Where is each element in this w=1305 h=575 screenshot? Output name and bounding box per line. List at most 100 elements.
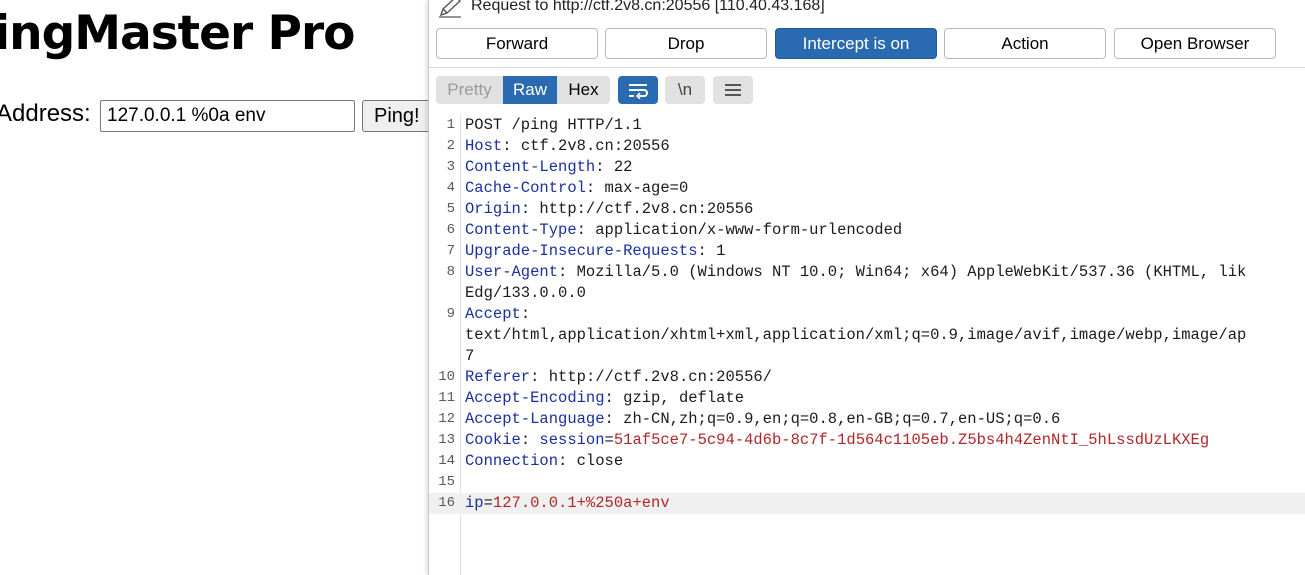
request-line: 13 Cookie: session=51af5ce7-5c94-4d6b-8c7… <box>429 430 1305 451</box>
line-number: 11 <box>438 390 455 406</box>
request-line: 12 Accept-Language: zh-CN,zh;q=0.9,en;q=0… <box>429 409 1305 430</box>
header-value: max-age=0 <box>595 179 689 197</box>
line-content: Connection: close <box>465 451 623 472</box>
line-number: 15 <box>438 474 455 490</box>
header-name: User-Agent <box>465 263 559 281</box>
line-content: Accept: <box>465 304 530 325</box>
forward-button[interactable]: Forward <box>436 28 598 59</box>
header-name: Host <box>465 137 503 155</box>
menu-icon[interactable] <box>713 76 753 104</box>
line-text: 7 <box>465 347 475 365</box>
header-name: Origin <box>465 200 521 218</box>
line-content: Edg/133.0.0.0 <box>465 283 586 304</box>
ping-button[interactable]: Ping! <box>362 100 428 132</box>
request-line: 8 User-Agent: Mozilla/5.0 (Windows NT 10.… <box>429 262 1305 283</box>
header-separator: : <box>585 179 596 197</box>
line-number: 5 <box>446 201 455 217</box>
header-value: ctf.2v8.cn:20556 <box>511 137 670 155</box>
line-content: Upgrade-Insecure-Requests: 1 <box>465 241 725 262</box>
line-number: 9 <box>446 306 455 322</box>
header-value: Mozilla/5.0 (Windows NT 10.0; Win64; x64… <box>567 263 1247 281</box>
hamburger-icon <box>725 84 741 96</box>
drop-button[interactable]: Drop <box>605 28 767 59</box>
line-content: Origin: http://ctf.2v8.cn:20556 <box>465 199 753 220</box>
request-target-title: Request to http://ctf.2v8.cn:20556 [110.… <box>471 0 825 14</box>
request-line: 14 Connection: close <box>429 451 1305 472</box>
view-tab-raw[interactable]: Raw <box>503 76 557 104</box>
header-separator: : <box>558 263 568 281</box>
request-line: 16 ip=127.0.0.1+%250a+env <box>429 493 1305 514</box>
show-newlines-toggle[interactable]: \n <box>665 76 705 104</box>
header-separator: : <box>576 221 586 239</box>
line-number: 14 <box>438 453 455 469</box>
header-separator: : <box>520 200 531 218</box>
line-number: 4 <box>446 180 455 196</box>
header-value: http://ctf.2v8.cn:20556 <box>530 200 754 218</box>
header-separator: : <box>558 452 568 470</box>
request-line: 10 Referer: http://ctf.2v8.cn:20556/ <box>429 367 1305 388</box>
header-value: http://ctf.2v8.cn:20556/ <box>539 368 772 386</box>
header-value: close <box>567 452 624 470</box>
line-content: POST /ping HTTP/1.1 <box>465 115 642 136</box>
view-tab-pretty[interactable]: Pretty <box>436 76 503 104</box>
request-header: Request to http://ctf.2v8.cn:20556 [110.… <box>429 0 1305 22</box>
request-editor[interactable]: 1 POST /ping HTTP/1.1 2 Host: ctf.2v8.cn:20… <box>429 115 1305 575</box>
header-value: gzip, deflate <box>613 389 745 407</box>
line-number: 3 <box>446 159 455 175</box>
request-line: 9 Accept: <box>429 304 1305 325</box>
line-number: 10 <box>438 369 455 385</box>
line-text: Edg/133.0.0.0 <box>465 284 586 302</box>
header-name: Accept-Encoding <box>465 389 605 407</box>
line-content: 7 <box>465 346 474 367</box>
line-number: 12 <box>438 411 455 427</box>
ip-address-input[interactable] <box>100 100 355 132</box>
action-button[interactable]: Action <box>944 28 1106 59</box>
line-content: Cache-Control: max-age=0 <box>465 178 688 199</box>
line-content: User-Agent: Mozilla/5.0 (Windows NT 10.0… <box>465 262 1246 283</box>
header-value: 1 <box>706 242 726 260</box>
request-line: Edg/133.0.0.0 <box>429 283 1305 304</box>
header-name: Accept <box>465 305 521 323</box>
header-separator: : <box>604 389 614 407</box>
line-text: POST /ping HTTP/1.1 <box>465 116 642 134</box>
view-tab-hex[interactable]: Hex <box>557 76 610 104</box>
wrap-lines-icon <box>629 84 648 99</box>
header-name: Connection <box>465 452 559 470</box>
header-name: Referer <box>465 368 531 386</box>
toolbar-divider <box>429 67 1305 68</box>
open-browser-button[interactable]: Open Browser <box>1114 28 1276 59</box>
body-param-equals: = <box>483 494 493 512</box>
cookie-equals: = <box>604 431 614 449</box>
header-separator: : <box>697 242 707 260</box>
line-number: 1 <box>446 117 455 133</box>
header-name: Accept-Language <box>465 410 605 428</box>
header-separator: : <box>604 410 614 428</box>
intercept-toggle-button[interactable]: Intercept is on <box>775 28 937 59</box>
wrap-lines-toggle[interactable] <box>618 76 658 104</box>
request-line: 7 <box>429 346 1305 367</box>
page-title: ingMaster Pro <box>0 6 355 61</box>
line-content: Cookie: session=51af5ce7-5c94-4d6b-8c7f-… <box>465 430 1209 451</box>
line-number: 16 <box>438 495 455 511</box>
ip-address-label: Address: <box>0 100 91 127</box>
line-number: 8 <box>446 264 455 280</box>
header-name: Content-Length <box>465 158 596 176</box>
body-param-name: ip <box>465 494 484 512</box>
cookie-name: session <box>539 431 605 449</box>
line-number: 7 <box>446 243 455 259</box>
request-line: 6 Content-Type: application/x-www-form-ur… <box>429 220 1305 241</box>
header-separator: : <box>520 305 531 323</box>
line-content: Referer: http://ctf.2v8.cn:20556/ <box>465 367 772 388</box>
header-value: application/x-www-form-urlencoded <box>585 221 903 239</box>
header-value: 22 <box>604 158 633 176</box>
header-name: Upgrade-Insecure-Requests <box>465 242 698 260</box>
line-content: Content-Type: application/x-www-form-url… <box>465 220 902 241</box>
target-webpage: ingMaster Pro Address: Ping! <box>0 0 428 575</box>
intercept-toolbar: Forward Drop Intercept is on Action Open… <box>429 28 1305 60</box>
line-content: Accept-Language: zh-CN,zh;q=0.9,en;q=0.8… <box>465 409 1060 430</box>
line-content: Host: ctf.2v8.cn:20556 <box>465 136 670 157</box>
header-name: Content-Type <box>465 221 577 239</box>
line-content: ip=127.0.0.1+%250a+env <box>465 493 670 514</box>
request-line: 5 Origin: http://ctf.2v8.cn:20556 <box>429 199 1305 220</box>
line-content: text/html,application/xhtml+xml,applicat… <box>465 325 1246 346</box>
